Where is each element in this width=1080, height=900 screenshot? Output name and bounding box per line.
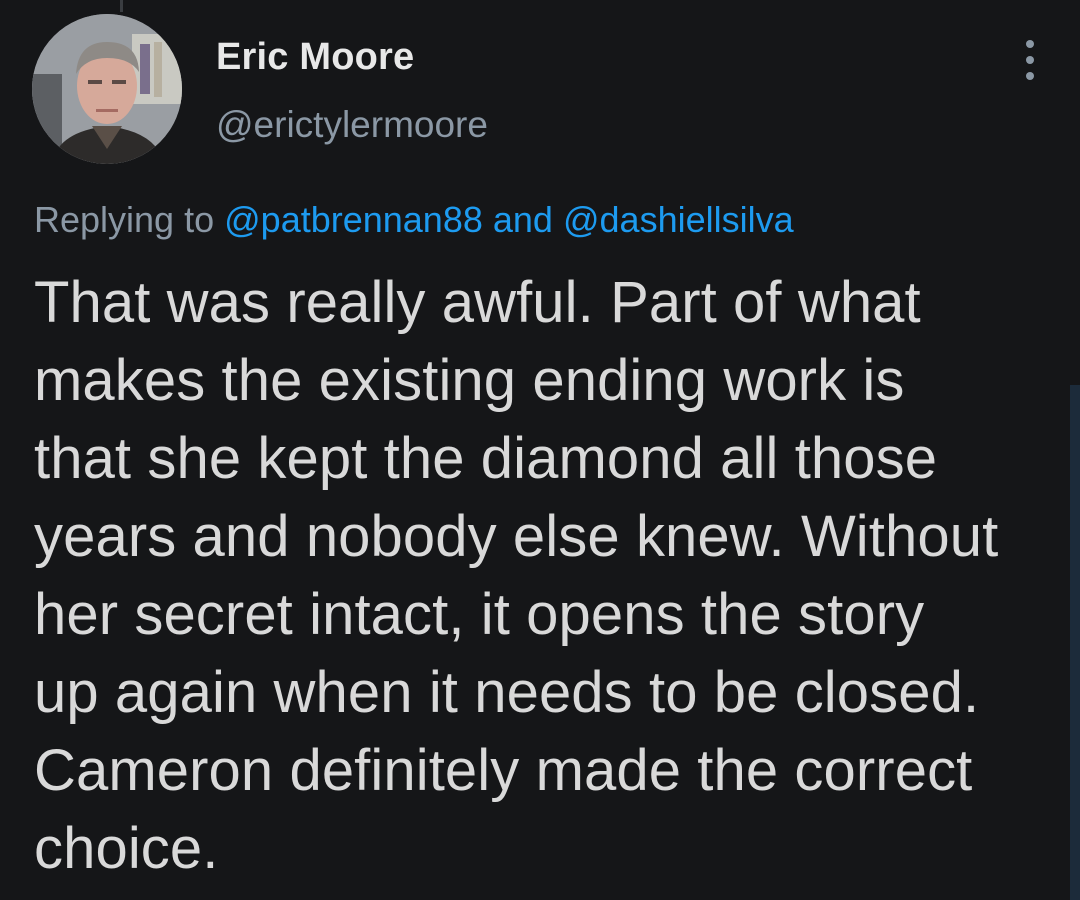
- author-handle[interactable]: @erictylermoore: [216, 104, 488, 146]
- replying-to-line: Replying to @patbrennan88 and @dashiells…: [34, 199, 794, 241]
- avatar-photo: [32, 14, 182, 164]
- tweet-body: That was really awful. Part of what make…: [34, 264, 1044, 888]
- mention-link[interactable]: @dashiellsilva: [563, 199, 794, 240]
- more-vertical-icon-dot: [1026, 72, 1034, 80]
- tweet-text-line: her secret intact, it opens the story: [34, 582, 925, 647]
- replying-to-label: Replying to: [34, 199, 215, 240]
- tweet-text-line: Cameron definitely made the correct: [34, 738, 973, 803]
- tweet-text-line: up again when it needs to be closed.: [34, 660, 980, 725]
- scroll-edge-strip: [1070, 385, 1080, 900]
- tweet-text-line: choice.: [34, 816, 219, 881]
- replying-conjunction: and: [492, 199, 553, 240]
- author-display-name[interactable]: Eric Moore: [216, 36, 414, 79]
- tweet-text-line: years and nobody else knew. Without: [34, 504, 999, 569]
- tweet-text-line: That was really awful. Part of what: [34, 270, 921, 335]
- tweet-text-line: makes the existing ending work is: [34, 348, 905, 413]
- mention-link[interactable]: @patbrennan88: [224, 199, 483, 240]
- tweet-text-line: that she kept the diamond all those: [34, 426, 938, 491]
- more-vertical-icon-dot: [1026, 56, 1034, 64]
- thread-connector-line: [120, 0, 123, 12]
- more-options-button[interactable]: [1022, 40, 1038, 80]
- tweet-header: Eric Moore @erictylermoore: [32, 14, 1060, 164]
- more-vertical-icon: [1026, 40, 1034, 48]
- avatar[interactable]: [32, 14, 182, 164]
